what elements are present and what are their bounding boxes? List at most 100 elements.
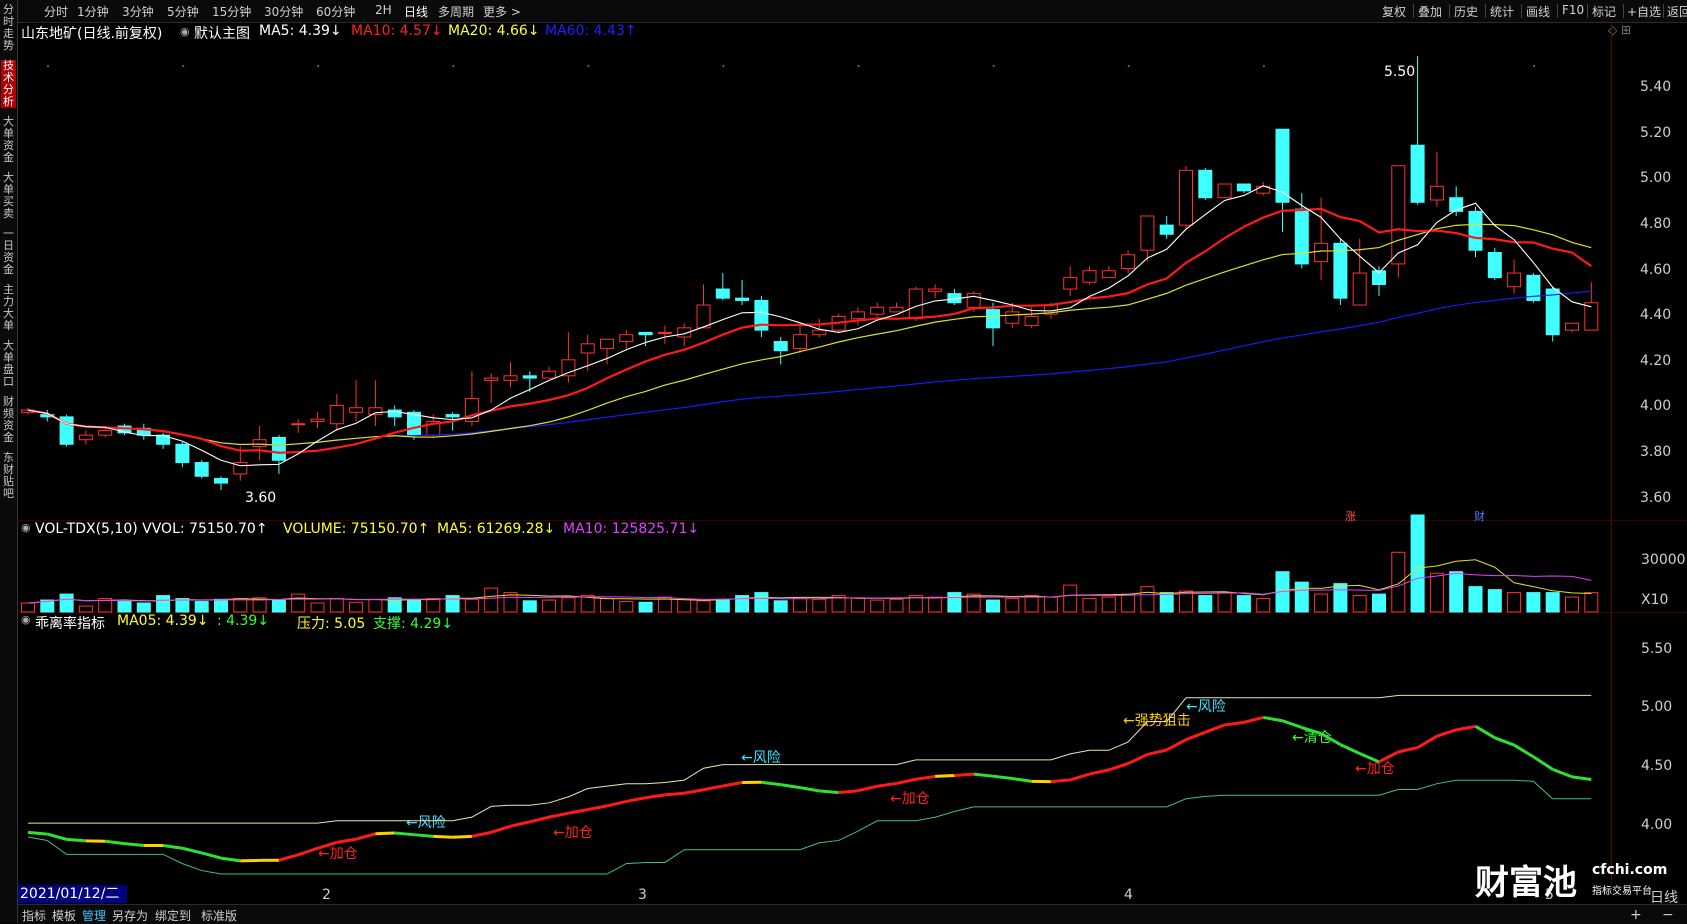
volume-bar (465, 599, 478, 612)
candle-body (716, 289, 729, 298)
btab-bind[interactable]: 绑定到 (155, 907, 191, 924)
indicator-line-segment (298, 848, 317, 855)
candle-body (1430, 186, 1443, 200)
indicator-line-segment (433, 836, 452, 837)
candle-body (851, 312, 864, 319)
candle-body (987, 310, 1000, 328)
volume-bar (1469, 587, 1482, 612)
month-tick: 2 (322, 887, 331, 903)
candle-body (697, 305, 710, 328)
indicator-line-segment (28, 832, 47, 834)
candle-body (871, 307, 884, 314)
volume-bar (1488, 590, 1501, 612)
candle-body (1469, 211, 1482, 250)
candle-body (658, 332, 671, 333)
indicator-line-segment (182, 848, 201, 853)
candle-body (562, 360, 575, 376)
indicator-line-segment (568, 810, 587, 814)
volume-bar (1102, 597, 1115, 612)
volume-bar (1141, 587, 1154, 612)
indicator-line-segment (1051, 780, 1070, 782)
event-dot (1128, 65, 1130, 67)
indicator-line-segment (530, 817, 549, 822)
volume-bar (639, 602, 652, 612)
indicator-line-segment (1109, 764, 1128, 770)
candle-body (1334, 243, 1347, 298)
volume-bar (408, 600, 421, 612)
volume-bar (1430, 573, 1443, 612)
event-dot (1533, 65, 1535, 67)
volume-bar (1064, 585, 1077, 612)
candle-body (1546, 289, 1559, 335)
candle-body (543, 371, 556, 378)
indicator-line-segment (993, 776, 1012, 778)
volume-bar (1373, 594, 1386, 612)
volume-bar (1083, 599, 1096, 612)
volume-bar (1334, 584, 1347, 612)
btab-save-as[interactable]: 另存为 (112, 907, 148, 924)
ma10-line (28, 209, 1591, 453)
volume-bar (1122, 594, 1135, 612)
candle-body (1064, 278, 1077, 289)
candle-body (504, 376, 517, 381)
volume-bar (543, 600, 556, 612)
indicator-line-segment (1379, 752, 1398, 762)
pressure-line (28, 695, 1591, 823)
indicator-line-segment (1244, 717, 1263, 722)
volume-bar (601, 599, 614, 612)
indicator-line-segment (1147, 750, 1166, 754)
ma60-line (28, 291, 1591, 445)
indicator-line-segment (221, 858, 240, 861)
indicator-line-segment (549, 813, 568, 817)
volume-bar (157, 596, 170, 612)
candle-body (736, 298, 749, 300)
indicator-line-segment (1205, 725, 1224, 732)
indicator-line-segment (1167, 740, 1186, 750)
candle-body (176, 444, 189, 462)
candle-body (446, 415, 459, 417)
indicator-line-segment (1128, 754, 1147, 763)
indicator-line-segment (1340, 745, 1359, 754)
btab-standard[interactable]: 标准版 (201, 907, 237, 924)
indicator-line-segment (607, 801, 626, 805)
btab-template[interactable]: 模板 (52, 907, 76, 924)
candle-body (1315, 243, 1328, 261)
volume-bar (311, 603, 324, 612)
candle-body (1199, 170, 1212, 197)
indicator-line-segment (935, 775, 954, 776)
indicator-line-segment (1533, 757, 1552, 770)
indicator-line-segment (1012, 779, 1031, 782)
indicator-line-segment (472, 832, 491, 836)
indicator-line-segment (1476, 726, 1495, 737)
indicator-line-segment (105, 841, 124, 843)
volume-bar (1411, 515, 1424, 612)
candle-body (601, 339, 614, 348)
indicator-line-segment (1283, 721, 1302, 728)
volume-bar (794, 599, 807, 612)
indicator-line-segment (202, 853, 221, 858)
btab-manage[interactable]: 管理 (82, 907, 106, 924)
volume-bar (1160, 593, 1173, 612)
indicator-line-segment (588, 806, 607, 810)
volume-bar (987, 600, 1000, 612)
zoom-in-button[interactable]: + (1630, 907, 1642, 923)
indicator-line-segment (1302, 728, 1321, 734)
candle-body (195, 463, 208, 477)
kline-chart[interactable] (0, 0, 1687, 923)
event-dot (1398, 65, 1400, 67)
volume-bar (1585, 593, 1598, 612)
indicator-line-segment (954, 774, 973, 775)
brand-logo: 财富池 (1475, 855, 1577, 904)
indicator-line-segment (511, 822, 530, 826)
volume-bar (1295, 582, 1308, 612)
cursor-date: 2021/01/12/二 (18, 885, 127, 903)
volume-bar (330, 599, 343, 612)
volume-bar (292, 594, 305, 612)
zoom-out-button[interactable]: − (1662, 907, 1674, 923)
volume-bar (678, 599, 691, 612)
volume-bar (485, 588, 498, 612)
volume-bar (427, 599, 440, 612)
btab-indicator[interactable]: 指标 (22, 907, 46, 924)
volume-bar (929, 597, 942, 612)
volume-bar (234, 599, 247, 612)
